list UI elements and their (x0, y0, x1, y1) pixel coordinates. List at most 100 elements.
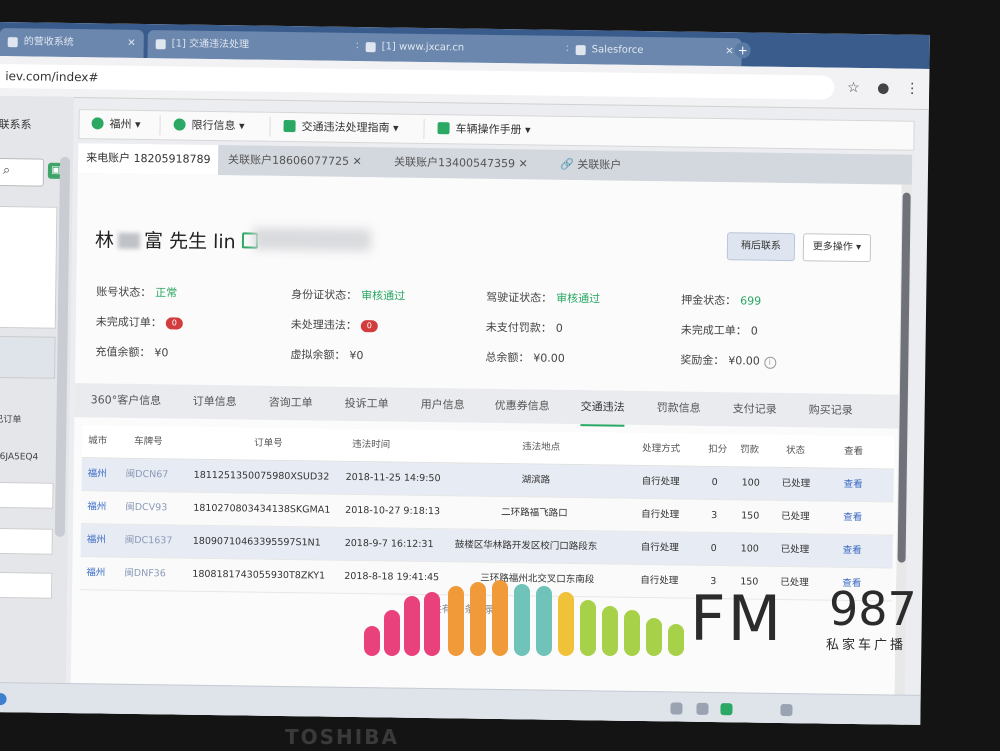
sidebar-dropdown[interactable] (0, 481, 54, 509)
browser-tab[interactable]: [1] 交通违法处理✕ (147, 30, 372, 62)
tray-icon[interactable] (670, 702, 683, 715)
column-header: 违法地点 (522, 441, 561, 453)
sidebar-item-label[interactable]: 36JA5EQ4 (0, 452, 38, 463)
stat-unfinished-tickets: 未完成工单： 0 (681, 322, 758, 339)
view-link[interactable]: 查看 (842, 535, 862, 567)
tab-payments[interactable]: 支付记录 (732, 392, 777, 427)
view-link[interactable]: 查看 (843, 502, 862, 534)
tab-complaint-tickets[interactable]: 投诉工单 (344, 387, 389, 422)
stat-value: ¥0 (349, 348, 364, 363)
browser-tab[interactable]: [1] www.jxcar.cn✕ (357, 32, 582, 65)
nav-item-restrictions[interactable]: 限行信息 ▾ (173, 111, 245, 140)
sidebar-card (0, 205, 58, 329)
tab-consult-tickets[interactable]: 咨询工单 (268, 386, 313, 421)
sidebar-dropdown[interactable] (0, 571, 53, 599)
menu-icon[interactable]: ⋮ (905, 81, 919, 97)
stat-label: 充值余额： (95, 345, 151, 360)
monitor-brand-label: TOSHIBA (285, 725, 399, 749)
link-icon: 🔗 (559, 157, 574, 172)
cell-method: 自行处理 (640, 541, 679, 554)
sidebar-dropdown[interactable] (0, 527, 53, 555)
stat-value: 0 (750, 324, 758, 338)
volume-icon[interactable] (780, 703, 793, 717)
stat-total-balance: 总余额： ¥0.00 (485, 349, 565, 366)
logo-bar (492, 580, 508, 656)
app-tray-icon[interactable] (720, 703, 733, 716)
name-first: 林 (94, 229, 115, 252)
location-icon (91, 117, 104, 130)
stat-label: 未处理违法： (290, 318, 357, 333)
logo-bar (602, 606, 618, 656)
tab-linked-account[interactable]: 关联账户18606077725 ✕ (228, 145, 362, 177)
nav-item-violation-guide[interactable]: 交通违法处理指南 ▾ (283, 113, 399, 143)
stat-reward: 奖励金： ¥0.00 i (680, 352, 776, 369)
browser-tab[interactable]: Salesforce ✕ (567, 35, 742, 67)
logo-bar (536, 586, 552, 656)
start-icon[interactable] (0, 692, 7, 706)
network-icon[interactable] (696, 702, 709, 715)
column-header: 扣分 (708, 443, 728, 456)
cell-order: 1808181743055930T8ZKY1 (192, 568, 326, 582)
cell-method: 自行处理 (641, 476, 680, 488)
nav-label: 交通违法处理指南 (301, 120, 390, 135)
stat-deposit-status: 押金状态： 699 (681, 292, 761, 309)
address-bar[interactable]: iev.com/index# (0, 63, 835, 100)
tab-user-info[interactable]: 用户信息 (420, 388, 465, 423)
logo-bar (384, 610, 400, 656)
sidebar-item-label[interactable]: 已订单 (0, 412, 22, 425)
count-badge[interactable]: 0 (165, 317, 183, 330)
more-actions-button[interactable]: 更多操作 ▾ (802, 233, 872, 263)
tab-fines[interactable]: 罚款信息 (656, 391, 701, 426)
tab-coupons[interactable]: 优惠券信息 (494, 389, 550, 424)
count-badge[interactable]: 0 (360, 320, 378, 333)
close-icon[interactable]: ✕ (127, 30, 136, 58)
tab-caller-account[interactable]: 来电账户 18205918789 (77, 143, 219, 176)
column-header: 处理方式 (642, 443, 681, 455)
sidebar-card[interactable] (0, 335, 56, 379)
violations-table: 城市 车牌号 订单号 违法时间 违法地点 处理方式 扣分 罚款 状态 查看 福州… (80, 425, 895, 602)
divider (159, 115, 161, 136)
close-icon[interactable]: ✕ (725, 38, 734, 66)
info-icon[interactable]: i (763, 356, 776, 369)
view-link[interactable]: 查看 (843, 469, 863, 501)
mouse-cursor-icon (929, 459, 930, 478)
tab-label: [1] 交通违法处理 (171, 38, 250, 51)
cell-order: 1810270803434138SKGMA1 (193, 502, 331, 516)
logo-bar (470, 582, 486, 656)
tab-orders[interactable]: 订单信息 (192, 385, 237, 420)
browser-tab[interactable]: 的营收系统 ✕ (0, 27, 144, 59)
cell-fine: 150 (741, 510, 760, 522)
tab-traffic-violations[interactable]: 交通违法 (580, 390, 625, 427)
cell-plate: 闽DC1637 (124, 534, 173, 547)
cell-time: 2018-9-7 16:12:31 (344, 537, 434, 551)
tab-label: Salesforce (591, 44, 644, 56)
customer-title: 先生 lin (168, 230, 236, 254)
column-header: 城市 (88, 435, 108, 447)
nav-item-city[interactable]: 福州 ▾ (91, 110, 141, 139)
column-header: 状态 (786, 445, 806, 457)
new-tab-button[interactable]: + (734, 42, 751, 59)
sidebar-search-input[interactable]: ⌕ (0, 157, 45, 187)
left-sidebar: 联系系 ⌕ ▣ 已订单 36JA5EQ4 (0, 95, 74, 717)
logo-bar (364, 626, 380, 656)
tab-add-linked-account[interactable]: 🔗 关联账户 (560, 150, 622, 181)
stat-label: 总余额： (485, 350, 530, 365)
stat-license-status: 驾驶证状态： 审核通过 (486, 289, 600, 307)
nav-item-vehicle-manual[interactable]: 车辆操作手册 ▾ (437, 115, 531, 144)
tab-linked-account[interactable]: 关联账户13400547359 ✕ (394, 148, 528, 180)
tab-360-info[interactable]: 360°客户信息 (90, 383, 162, 418)
contact-later-button[interactable]: 稍后联系 (726, 232, 796, 262)
tab-purchases[interactable]: 购买记录 (808, 393, 853, 428)
cell-method: 自行处理 (641, 509, 680, 521)
cell-status: 已处理 (780, 543, 810, 556)
star-icon[interactable]: ☆ (847, 80, 860, 96)
account-icon[interactable]: ● (877, 80, 889, 96)
favicon-icon (155, 39, 166, 50)
stat-label: 身份证状态： (291, 288, 358, 303)
stat-virtual-balance: 虚拟余额： ¥0 (290, 346, 363, 363)
stat-unpaid-fines: 未支付罚款： 0 (486, 319, 563, 336)
stat-value: 审核通过 (361, 289, 406, 303)
stat-label: 未支付罚款： (485, 320, 552, 335)
stat-unhandled-violations: 未处理违法： 0 (291, 316, 378, 333)
cell-plate: 闽DCN67 (125, 468, 169, 481)
